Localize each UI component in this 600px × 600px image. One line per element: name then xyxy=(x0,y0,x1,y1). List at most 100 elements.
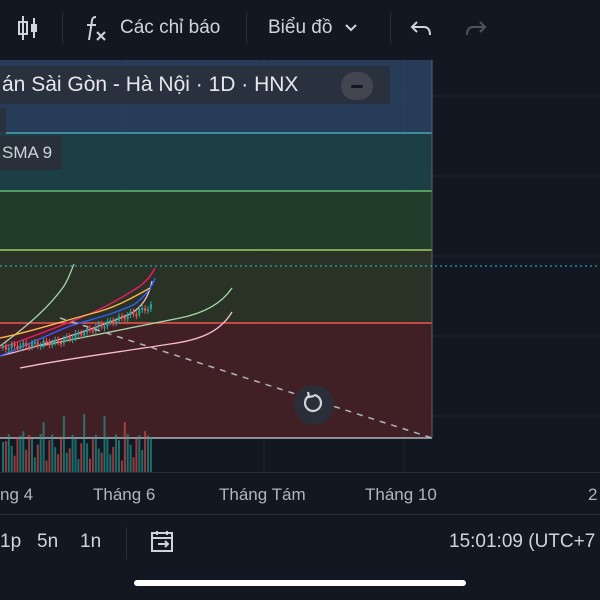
redo-button[interactable] xyxy=(464,0,488,56)
candle-body xyxy=(77,332,80,335)
candle-body xyxy=(25,342,28,346)
reset-chart-button[interactable] xyxy=(294,385,334,425)
volume-bar xyxy=(71,434,74,472)
volume-bar xyxy=(36,444,39,472)
chart-type-label: Biểu đồ xyxy=(268,17,333,38)
volume-bar xyxy=(68,448,71,472)
candle-body xyxy=(54,339,57,343)
candle-body xyxy=(28,345,31,348)
volume-bar xyxy=(60,436,62,472)
clock-readout[interactable]: 15:01:09 (UTC+7 xyxy=(449,531,595,553)
undo-icon xyxy=(409,16,433,40)
candle-body xyxy=(62,338,65,344)
volume-bar xyxy=(33,457,36,472)
volume-bar xyxy=(120,460,123,472)
chevron-down-icon xyxy=(344,23,358,33)
candle-body xyxy=(83,332,86,336)
volume-bar xyxy=(109,454,112,472)
sma-indicator-label[interactable]: SMA 9 xyxy=(0,136,62,170)
candle-body xyxy=(39,345,42,348)
minus-icon xyxy=(351,84,363,88)
volume-bar xyxy=(16,437,19,472)
candle-body xyxy=(68,336,71,340)
volume-bar xyxy=(129,444,132,472)
candlestick-type-button[interactable] xyxy=(16,0,40,56)
time-tick: ng 4 xyxy=(0,485,34,504)
volume-bar xyxy=(77,458,80,472)
volume-bar xyxy=(13,455,16,472)
candle-body xyxy=(109,320,112,323)
candle-body xyxy=(80,332,83,336)
volume-bar xyxy=(115,434,118,472)
candle-body xyxy=(126,315,129,320)
volume-bar xyxy=(65,452,68,472)
candle-body xyxy=(57,339,60,343)
sma-label-text: SMA 9 xyxy=(2,143,53,162)
volume-bar xyxy=(106,436,109,472)
candle-body xyxy=(123,317,126,320)
range-button-1n[interactable]: 1n xyxy=(80,531,101,553)
volume-bar xyxy=(19,435,22,472)
volume-bar xyxy=(57,454,60,472)
date-range-button[interactable] xyxy=(149,529,177,560)
candle-body xyxy=(129,311,132,316)
time-tick: Tháng Tám xyxy=(219,485,306,504)
volume-bar xyxy=(89,458,91,472)
volume-bar xyxy=(86,443,89,472)
volume-bar xyxy=(94,434,97,472)
toolbar-divider xyxy=(246,12,247,44)
candle-body xyxy=(138,309,141,315)
volume-bar xyxy=(28,435,31,472)
indicators-button[interactable]: Các chỉ báo xyxy=(84,0,220,56)
fibonacci-retracement xyxy=(0,60,600,439)
candle-body xyxy=(2,345,4,348)
volume-bar xyxy=(45,460,48,472)
volume-bar xyxy=(83,414,86,472)
volume-bar xyxy=(103,416,106,472)
bottom-divider xyxy=(126,527,127,559)
time-tick: Tháng 10 xyxy=(365,485,437,504)
candle-body xyxy=(91,329,94,332)
volume-bar xyxy=(149,437,152,472)
collapse-legend-button[interactable] xyxy=(341,72,373,100)
candle-body xyxy=(89,328,91,331)
volume-bar xyxy=(80,443,83,472)
candle-body xyxy=(97,323,100,327)
candle-body xyxy=(106,321,109,327)
candle-body xyxy=(22,342,25,346)
top-toolbar: Các chỉ báo Biểu đồ xyxy=(0,0,600,56)
volume-bar xyxy=(118,440,120,472)
time-axis[interactable]: ng 4 Tháng 6 Tháng Tám Tháng 10 2 xyxy=(0,472,600,514)
volume-bar xyxy=(62,416,65,472)
volume-bar xyxy=(74,439,77,472)
candle-body xyxy=(31,343,33,348)
volume-bar xyxy=(39,434,42,472)
symbol-title: án Sài Gòn - Hà Nội · 1D · HNX xyxy=(2,73,299,96)
candle-body xyxy=(65,336,68,339)
volume-bar xyxy=(138,435,141,472)
candle-body xyxy=(147,309,149,312)
volume-bar xyxy=(54,447,57,472)
volume-bar xyxy=(22,431,25,472)
candle-body xyxy=(4,345,7,350)
undo-button[interactable] xyxy=(409,0,433,56)
volume-bar xyxy=(112,447,115,472)
time-tick: 2 xyxy=(588,485,598,504)
range-button-1p[interactable]: 1p xyxy=(0,531,21,553)
chart-type-dropdown[interactable]: Biểu đồ xyxy=(268,0,358,56)
volume-bar xyxy=(141,449,144,472)
volume-bar xyxy=(147,435,149,472)
range-button-5n[interactable]: 5n xyxy=(37,531,58,553)
time-tick: Tháng 6 xyxy=(93,485,156,504)
volume-bar xyxy=(2,442,4,472)
volume-bar xyxy=(135,438,138,472)
symbol-legend[interactable]: án Sài Gòn - Hà Nội · 1D · HNX xyxy=(0,66,390,104)
volume-bar xyxy=(123,422,126,472)
candle-body xyxy=(120,316,123,319)
indicators-label: Các chỉ báo xyxy=(120,17,221,38)
candle-body xyxy=(149,304,152,310)
candle-body xyxy=(144,307,147,311)
volume-bar xyxy=(132,457,135,472)
volume-bar xyxy=(7,434,10,472)
volume-bar xyxy=(10,445,13,472)
